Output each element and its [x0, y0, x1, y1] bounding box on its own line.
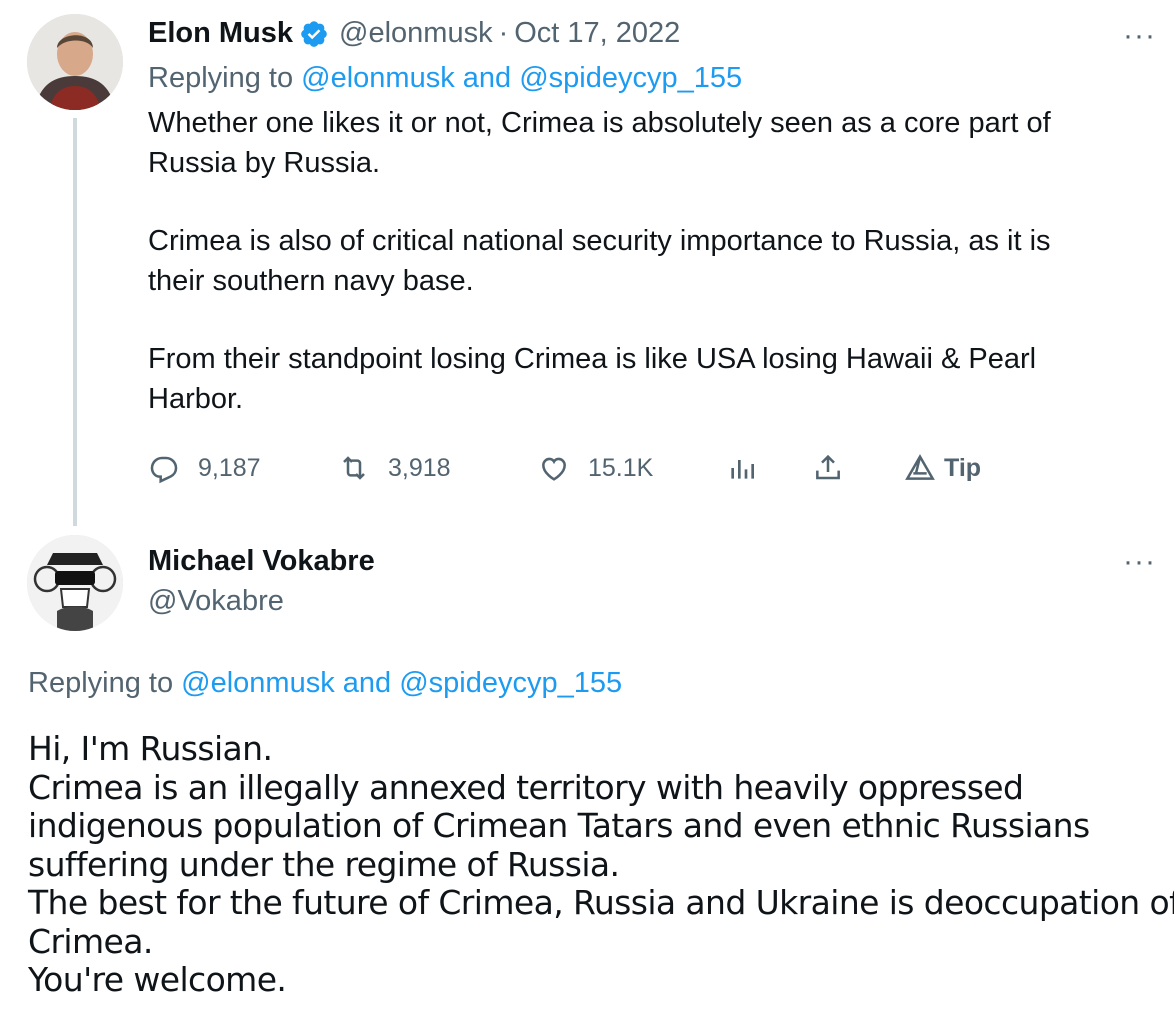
retweet-button[interactable]: 3,918	[338, 452, 451, 484]
tweet-paragraph: Crimea is also of critical national secu…	[148, 221, 1148, 301]
reply-line: You're welcome.	[28, 960, 287, 999]
replying-to-mentions[interactable]: @elonmusk and @spideycyp_155	[181, 667, 622, 699]
analytics-icon	[731, 460, 754, 479]
reply-body: Hi, I'm Russian. Crimea is an illegally …	[28, 729, 1174, 1000]
reply-author-handle[interactable]: @Vokabre	[148, 585, 284, 618]
replying-to-prefix: Replying to	[148, 62, 294, 94]
reply-line: Crimea.	[28, 921, 153, 961]
reply-author-name[interactable]: Michael Vokabre	[148, 545, 375, 578]
replying-to-mentions[interactable]: @elonmusk and @spideycyp_155	[301, 62, 742, 94]
like-button[interactable]: 15.1K	[538, 452, 653, 484]
tip-label: Tip	[944, 453, 982, 482]
author-name[interactable]: Elon Musk	[148, 17, 293, 50]
reply-line: The best for the future of Crimea, Russi…	[28, 883, 1174, 922]
avatar-image	[27, 535, 123, 631]
like-icon	[542, 457, 566, 481]
tweet-body: Whether one likes it or not, Crimea is a…	[148, 103, 1148, 419]
analytics-button[interactable]	[726, 452, 776, 484]
tweet-date[interactable]: Oct 17, 2022	[514, 17, 680, 50]
verified-badge-icon	[299, 19, 329, 49]
retweet-count: 3,918	[388, 453, 451, 482]
tip-icon	[905, 454, 935, 480]
tweet-paragraph: From their standpoint losing Crimea is l…	[148, 339, 1148, 419]
reply-header: Michael Vokabre	[148, 545, 375, 578]
replying-to-prefix: Replying to	[28, 667, 174, 699]
tweet-line: Crimea is also of critical national secu…	[148, 225, 1051, 257]
author-handle[interactable]: @elonmusk	[339, 17, 493, 50]
header-separator: ·	[498, 17, 509, 49]
reply-button[interactable]: 9,187	[148, 452, 261, 484]
avatar-elon-musk[interactable]	[27, 14, 123, 110]
tweet-line: Whether one likes it or not, Crimea is a…	[148, 107, 1051, 139]
reply-count: 9,187	[198, 453, 261, 482]
like-count: 15.1K	[588, 453, 654, 482]
reply-line: suffering under the regime of Russia.	[28, 844, 620, 884]
retweet-icon	[343, 456, 365, 480]
avatar-michael-vokabre[interactable]	[27, 535, 123, 631]
share-icon	[816, 454, 840, 480]
reply-line: Crimea is an illegally annexed territory…	[28, 767, 1024, 807]
more-icon[interactable]: ···	[1123, 21, 1156, 51]
tweet-header: Elon Musk @elonmusk · Oct 17, 2022	[148, 17, 680, 50]
avatar-image	[27, 14, 123, 110]
thread-connector-line	[73, 118, 77, 526]
tweet-line: their southern navy base.	[148, 265, 474, 297]
reply-line: indigenous population of Crimean Tatars …	[28, 806, 1090, 845]
reply-line: Hi, I'm Russian.	[28, 729, 273, 768]
tweet-line: Harbor.	[148, 383, 244, 415]
reply-icon	[150, 456, 178, 484]
reply-replying-to-line: Replying to @elonmusk and @spideycyp_155	[28, 667, 622, 700]
tweet-line: From their standpoint losing Crimea is l…	[148, 343, 1037, 375]
reply-handle-row: @Vokabre	[148, 585, 284, 618]
tweet-line: Russia by Russia.	[148, 147, 381, 179]
share-button[interactable]	[812, 452, 862, 484]
tip-button[interactable]: Tip	[904, 452, 981, 484]
replying-to-line: Replying to @elonmusk and @spideycyp_155	[148, 62, 742, 95]
more-icon[interactable]: ···	[1123, 547, 1156, 577]
tweet-paragraph: Whether one likes it or not, Crimea is a…	[148, 103, 1148, 183]
